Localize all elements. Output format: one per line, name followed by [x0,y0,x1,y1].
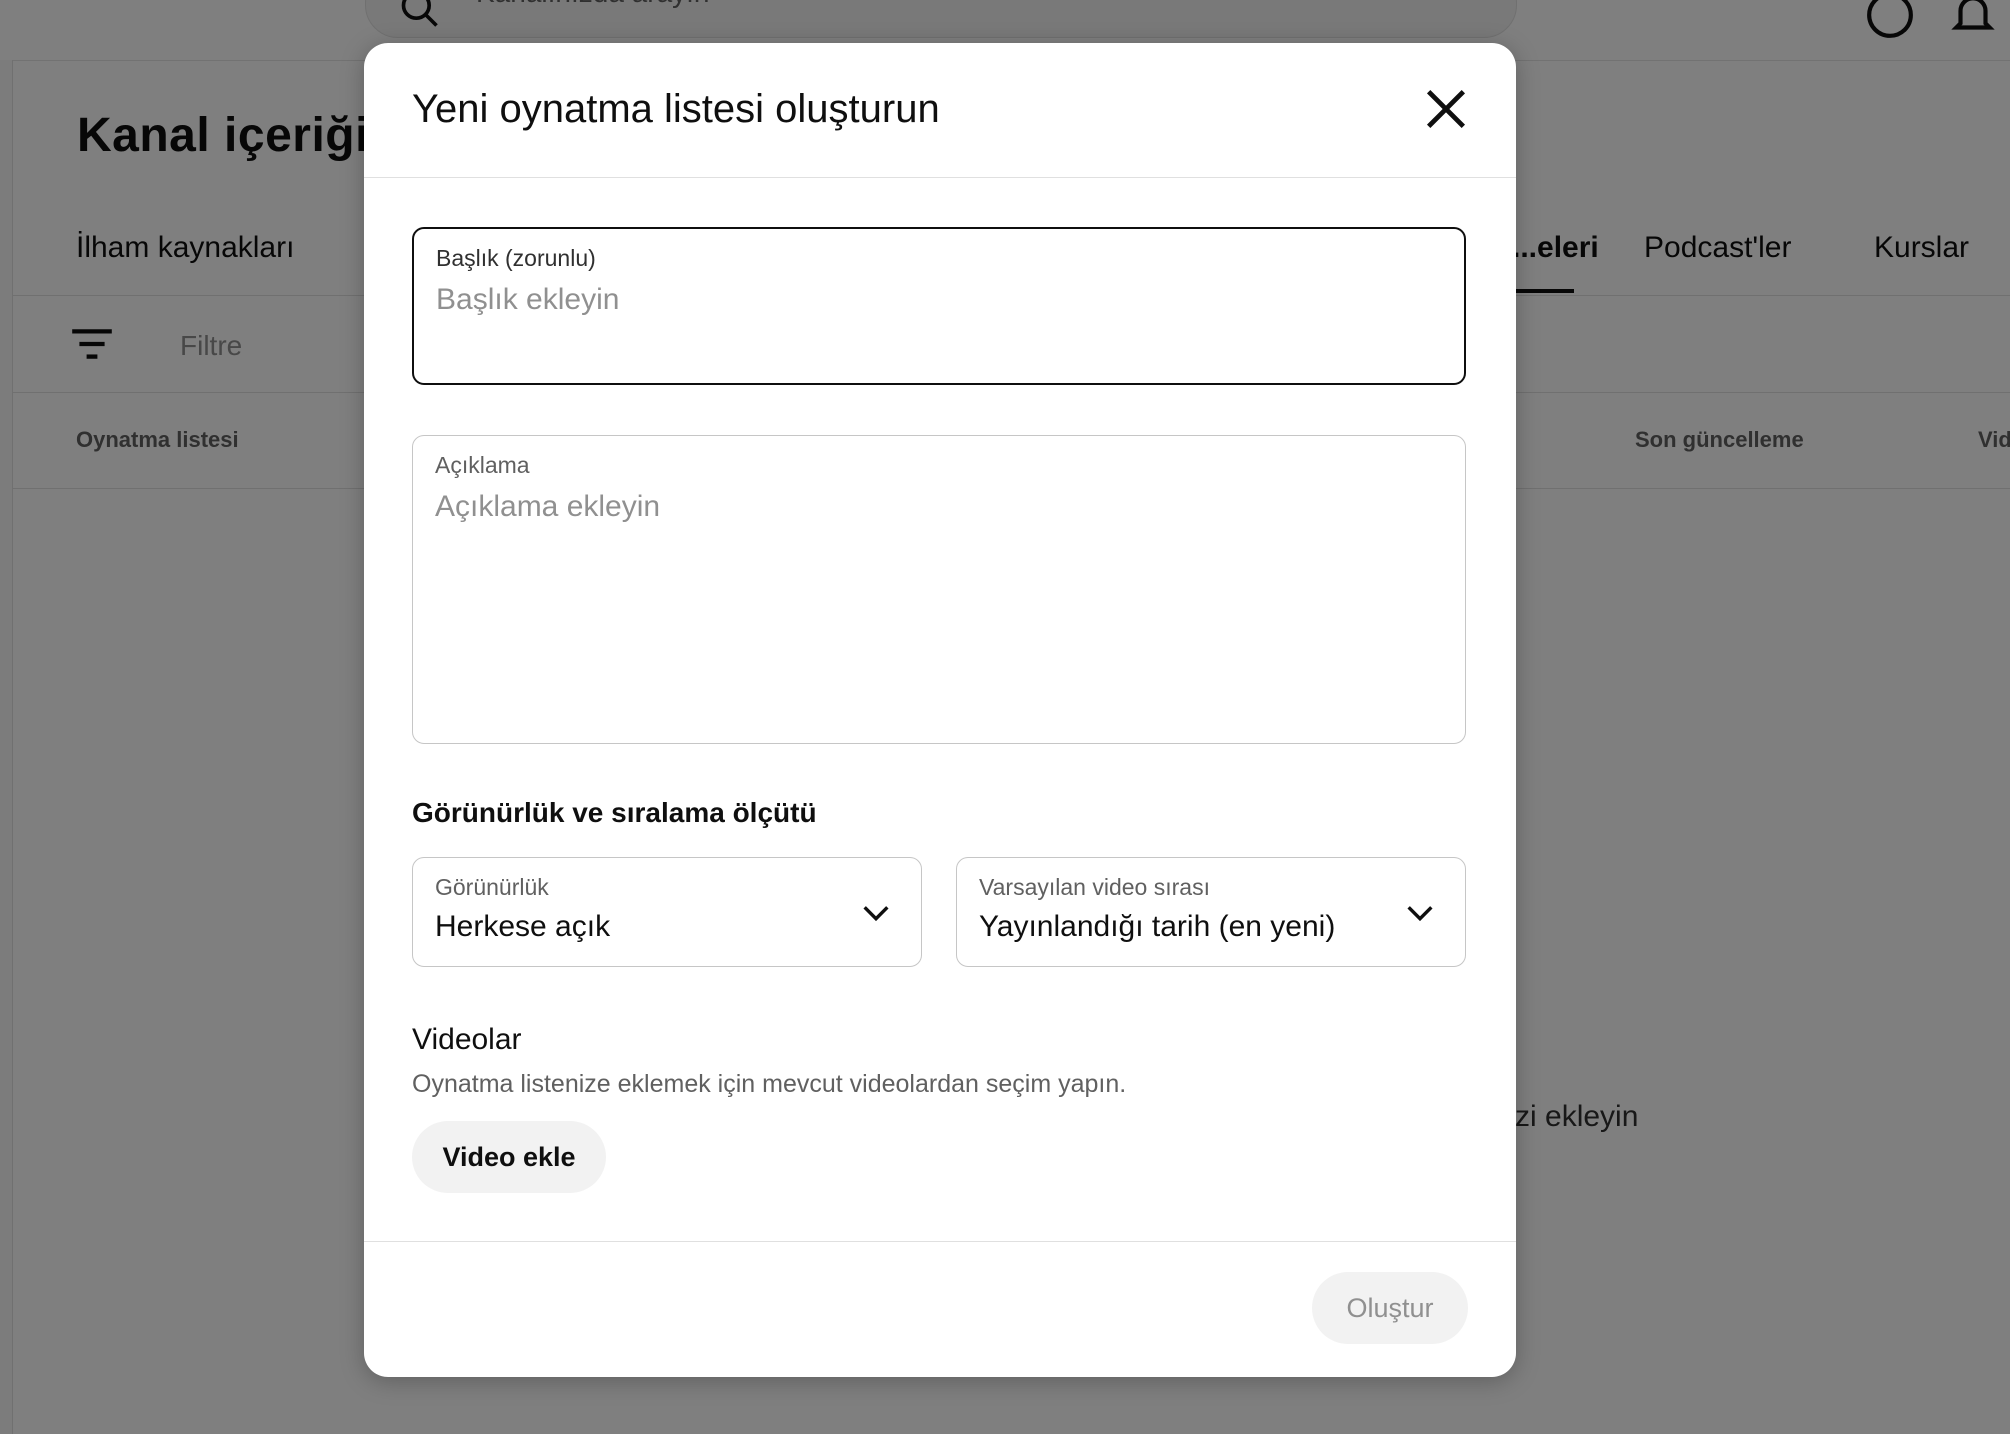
video-order-select[interactable]: Varsayılan video sırası Yayınlandığı tar… [956,857,1466,967]
description-input[interactable] [435,490,1435,720]
title-field-label: Başlık (zorunlu) [436,245,596,271]
visibility-select-value: Herkese açık [435,910,611,943]
dialog-footer: Oluştur [364,1241,1516,1377]
dialog-title: Yeni oynatma listesi oluşturun [412,87,940,131]
title-field[interactable]: Başlık (zorunlu) [412,227,1466,385]
dialog-header: Yeni oynatma listesi oluşturun [364,43,1516,178]
videos-section-title: Videolar [412,1023,522,1056]
new-playlist-dialog: Yeni oynatma listesi oluşturun Başlık (z… [364,43,1516,1377]
description-field-label: Açıklama [435,452,530,478]
visibility-section-title: Görünürlük ve sıralama ölçütü [412,797,817,828]
title-input[interactable] [436,283,1436,317]
visibility-select-label: Görünürlük [435,874,549,900]
add-video-button[interactable]: Video ekle [412,1121,606,1193]
visibility-select[interactable]: Görünürlük Herkese açık [412,857,922,967]
video-order-select-label: Varsayılan video sırası [979,874,1210,900]
video-order-select-value: Yayınlandığı tarih (en yeni) [979,910,1336,943]
close-icon[interactable] [1420,83,1472,135]
videos-section-subtitle: Oynatma listenize eklemek için mevcut vi… [412,1070,1127,1098]
create-button[interactable]: Oluştur [1312,1272,1468,1344]
chevron-down-icon [1407,906,1433,922]
description-field[interactable]: Açıklama [412,435,1466,744]
chevron-down-icon [863,906,889,922]
